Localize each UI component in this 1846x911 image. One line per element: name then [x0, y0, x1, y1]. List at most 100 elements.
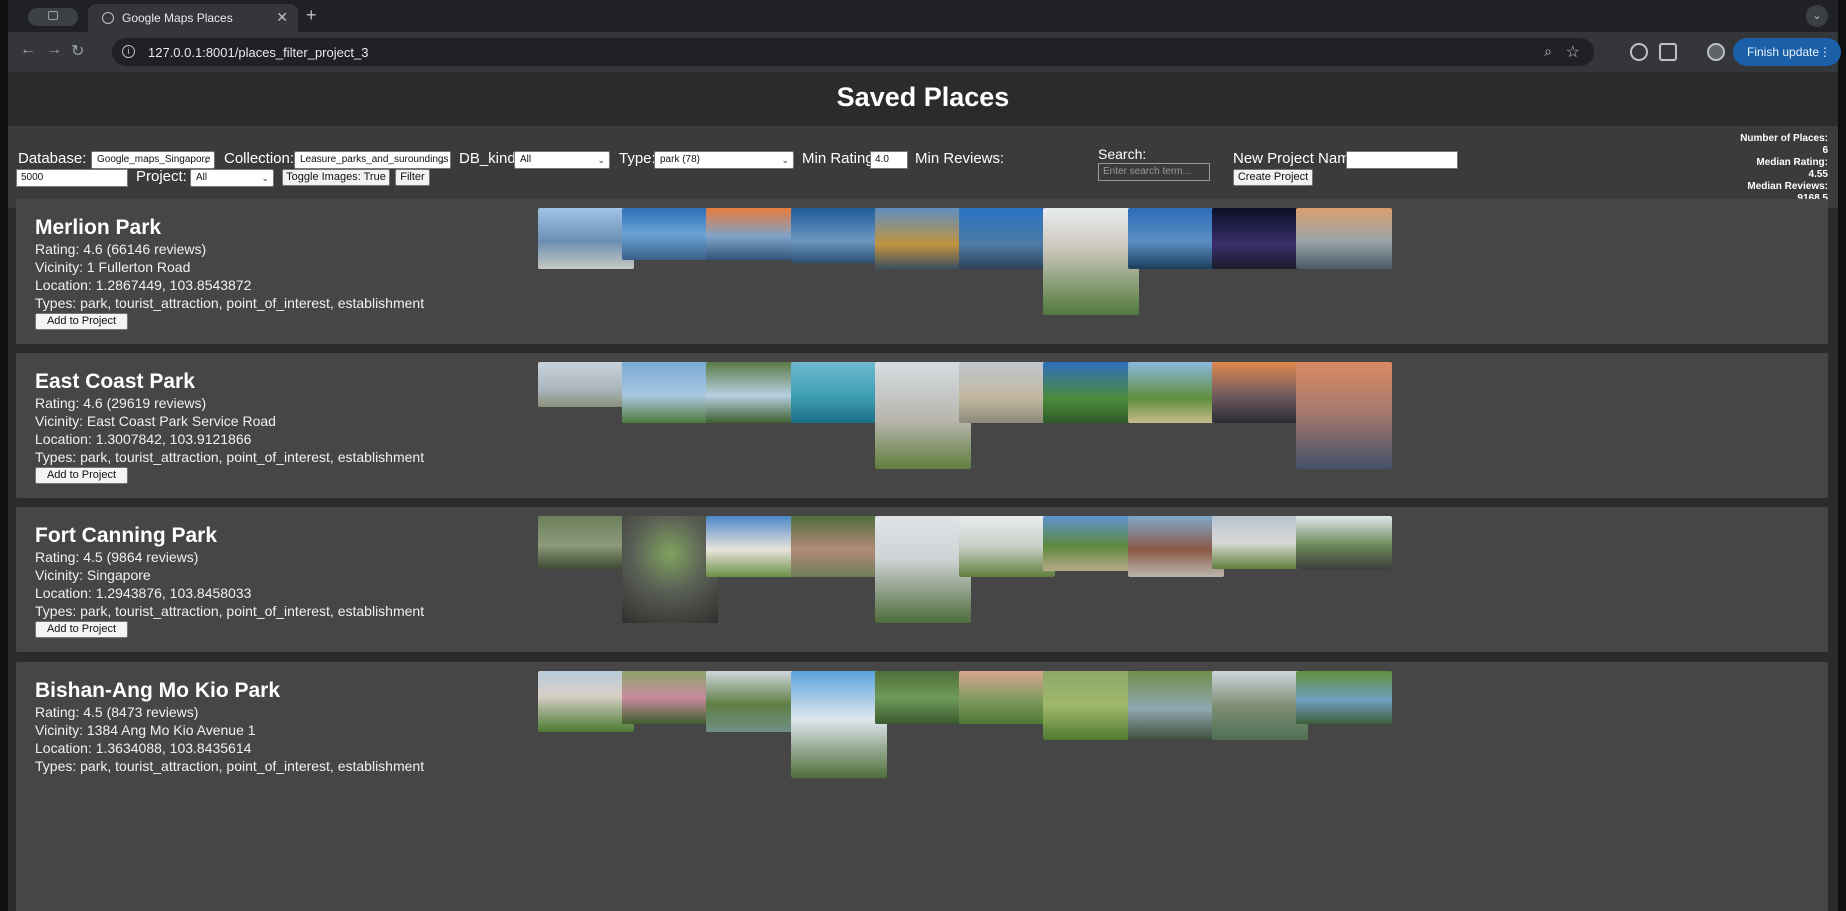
zoom-icon[interactable]: ⌕ [1544, 43, 1552, 60]
place-photo[interactable] [538, 208, 634, 269]
create-project-button[interactable]: Create Project [1233, 169, 1313, 186]
place-photo[interactable] [1212, 516, 1308, 569]
tab-menu-chevron-icon[interactable]: ⌄ [1806, 5, 1828, 27]
project-select[interactable]: All ⌄ [190, 169, 274, 187]
extensions-puzzle-icon[interactable] [1659, 43, 1677, 61]
place-vicinity: Vicinity: East Coast Park Service Road [35, 413, 276, 429]
place-photo[interactable] [538, 671, 634, 732]
add-to-project-button[interactable]: Add to Project [35, 467, 128, 484]
toggle-images-button[interactable]: Toggle Images: True [282, 169, 390, 186]
place-photo[interactable] [791, 516, 887, 577]
place-photo[interactable] [1212, 671, 1308, 740]
project-select-value: All [196, 172, 208, 183]
add-to-project-button[interactable]: Add to Project [35, 621, 128, 638]
place-photo[interactable] [1296, 516, 1392, 569]
place-photo[interactable] [1128, 516, 1224, 577]
place-photo[interactable] [1043, 362, 1139, 423]
place-photo[interactable] [1296, 671, 1392, 724]
place-types: Types: park, tourist_attraction, point_o… [35, 295, 425, 311]
page-title: Saved Places [836, 82, 1010, 112]
place-photo[interactable] [706, 362, 802, 423]
stats-panel: Number of Places: 6 Median Rating: 4.55 … [1708, 133, 1828, 205]
place-photo[interactable] [1296, 208, 1392, 269]
place-types: Types: park, tourist_attraction, point_o… [35, 449, 425, 465]
finish-update-button[interactable]: Finish update ⋮ [1733, 38, 1841, 66]
bookmark-star-icon[interactable]: ☆ [1566, 42, 1580, 62]
place-photo[interactable] [706, 516, 802, 577]
place-photo[interactable] [1296, 362, 1392, 469]
place-vicinity: Vicinity: 1 Fullerton Road [35, 259, 191, 275]
url-text[interactable]: 127.0.0.1:8001/places_filter_project_3 [148, 45, 368, 60]
place-vicinity: Vicinity: 1384 Ang Mo Kio Avenue 1 [35, 722, 256, 738]
tab-title: Google Maps Places [122, 11, 233, 25]
extension-icon[interactable] [1630, 43, 1648, 61]
new-project-name-input[interactable] [1346, 151, 1458, 169]
places-count-value: 6 [1822, 145, 1828, 156]
tab-search-button[interactable] [28, 8, 78, 26]
profile-avatar-icon[interactable] [1707, 43, 1725, 61]
browser-tab[interactable]: Google Maps Places ✕ [88, 4, 298, 32]
place-location: Location: 1.3007842, 103.9121866 [35, 431, 252, 447]
place-photo[interactable] [959, 208, 1055, 269]
database-select[interactable]: Google_maps_Singapore ⌄ [91, 151, 215, 169]
filter-bar: Database: Google_maps_Singapore ⌄ Collect… [8, 126, 1838, 208]
min-reviews-input[interactable]: 5000 [16, 169, 128, 187]
place-photo[interactable] [1212, 208, 1308, 269]
address-bar[interactable]: i 127.0.0.1:8001/places_filter_project_3… [112, 38, 1594, 66]
place-photo[interactable] [875, 671, 971, 724]
places-count-label: Number of Places: [1740, 133, 1828, 144]
place-photo[interactable] [1043, 671, 1139, 740]
project-label: Project: [136, 168, 187, 185]
chevron-down-icon: ⌄ [781, 155, 789, 165]
place-photo[interactable] [1043, 516, 1139, 571]
place-card: Fort Canning Park Rating: 4.5 (9864 revi… [16, 507, 1828, 652]
place-location: Location: 1.3634088, 103.8435614 [35, 740, 252, 756]
place-photo[interactable] [875, 516, 971, 623]
place-photo[interactable] [791, 208, 887, 263]
add-to-project-button[interactable]: Add to Project [35, 313, 128, 330]
place-photo[interactable] [1128, 362, 1224, 423]
place-photo[interactable] [1043, 208, 1139, 315]
place-types: Types: park, tourist_attraction, point_o… [35, 603, 425, 619]
place-photo[interactable] [706, 671, 802, 732]
db-kind-select-value: All [520, 154, 532, 165]
close-tab-icon[interactable]: ✕ [276, 9, 288, 26]
place-photo[interactable] [622, 208, 718, 260]
reload-icon[interactable]: ↻ [71, 41, 84, 61]
filter-button[interactable]: Filter [395, 169, 430, 186]
place-photo[interactable] [538, 516, 634, 569]
min-rating-input[interactable]: 4.0 [870, 151, 908, 169]
place-photo[interactable] [538, 362, 634, 407]
place-rating: Rating: 4.6 (29619 reviews) [35, 395, 207, 411]
place-photo[interactable] [875, 208, 971, 269]
place-photo[interactable] [791, 671, 887, 778]
place-photo[interactable] [875, 362, 971, 469]
place-photo[interactable] [1128, 208, 1224, 269]
place-photos [538, 516, 1538, 652]
place-photo[interactable] [1128, 671, 1224, 740]
place-photo[interactable] [622, 516, 718, 623]
place-photo[interactable] [622, 671, 718, 724]
forward-arrow-icon[interactable]: → [46, 41, 62, 59]
place-photo[interactable] [959, 671, 1055, 724]
place-photo[interactable] [1212, 362, 1308, 423]
place-types: Types: park, tourist_attraction, point_o… [35, 758, 425, 774]
place-photo[interactable] [959, 516, 1055, 577]
collection-label: Collection: [224, 150, 295, 167]
median-reviews-label: Median Reviews: [1747, 181, 1828, 192]
collection-select-value: Leasure_parks_and_suroundings [300, 154, 449, 165]
place-photo[interactable] [706, 208, 802, 260]
place-photo[interactable] [791, 362, 887, 423]
place-photo[interactable] [622, 362, 718, 423]
db-kind-select[interactable]: All ⌄ [514, 151, 610, 169]
back-arrow-icon[interactable]: ← [20, 41, 36, 59]
database-label: Database: [18, 150, 87, 167]
site-info-icon[interactable]: i [122, 45, 135, 58]
search-input[interactable]: Enter search term... [1098, 163, 1210, 181]
collection-select[interactable]: Leasure_parks_and_suroundings ⌄ [294, 151, 451, 169]
place-rating: Rating: 4.6 (66146 reviews) [35, 241, 207, 257]
new-tab-button[interactable]: + [306, 5, 317, 26]
type-select[interactable]: park (78) ⌄ [654, 151, 794, 169]
place-photo[interactable] [959, 362, 1055, 423]
tab-icon [48, 11, 58, 20]
